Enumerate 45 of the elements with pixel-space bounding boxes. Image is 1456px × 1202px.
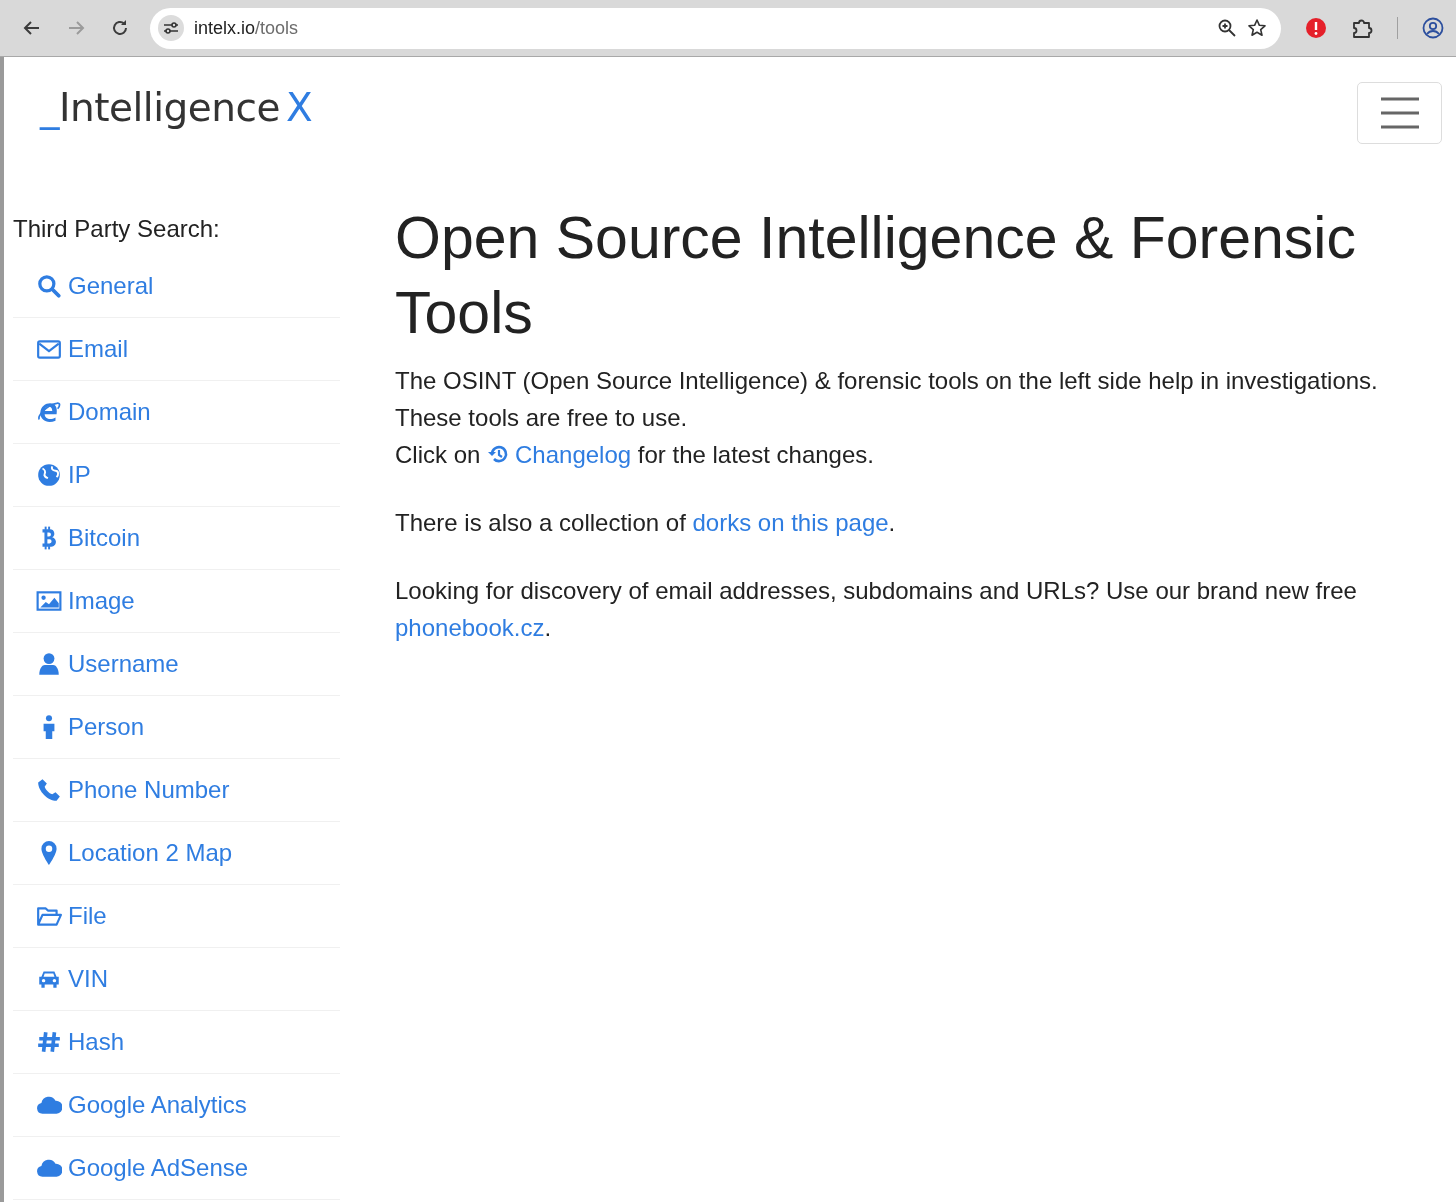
search-icon (36, 273, 62, 299)
menu-icon (1380, 97, 1419, 129)
profile-icon[interactable] (1422, 17, 1444, 39)
sidebar-link[interactable]: Person (13, 696, 340, 759)
globe-icon (36, 462, 62, 488)
sidebar-link[interactable]: Email (13, 318, 340, 381)
sidebar-link[interactable]: Phone Number (13, 759, 340, 822)
sidebar-link[interactable]: Google AdSense (13, 1137, 340, 1200)
paragraph: Looking for discovery of email addresses, subdomains and URLs? Use our brand new free phonebook.cz. (395, 576, 1358, 643)
history-icon (487, 443, 510, 465)
alert-icon[interactable] (1305, 17, 1327, 39)
sidebar-link[interactable]: Bitcoin (13, 507, 340, 570)
paragraph-line: The OSINT (Open Source Intelligence) & forensic tools on the left side help in investigations. (395, 366, 1379, 396)
logo[interactable]: _Intelligence X (40, 85, 313, 130)
star-icon[interactable] (1247, 18, 1267, 38)
page-title: Open Source Intelligence & Forensic Tools (395, 204, 1357, 348)
phone-icon (36, 777, 62, 803)
sidebar-link[interactable]: General (13, 255, 340, 318)
paragraph-line: These tools are free to use. (395, 403, 689, 433)
sidebar-link[interactable]: File (13, 885, 340, 948)
url-text: intelx.io/tools (194, 17, 300, 39)
sidebar-link[interactable]: Hash (13, 1011, 340, 1074)
sidebar-link[interactable]: VIN (13, 948, 340, 1011)
address-bar[interactable]: intelx.io/tools (150, 7, 1281, 49)
sidebar-link[interactable]: Username (13, 633, 340, 696)
sidebar-link[interactable]: IP (13, 444, 340, 507)
image-icon (36, 588, 62, 614)
paragraph: There is also a collection of dorks on this page. (395, 508, 897, 538)
menu-button[interactable] (1357, 82, 1442, 144)
reload-icon[interactable] (110, 18, 130, 38)
link[interactable]: dorks on this page (692, 509, 889, 536)
link[interactable]: phonebook.cz (395, 614, 545, 641)
sidebar-link[interactable]: Domain (13, 381, 340, 444)
sidebar-link[interactable]: Google Analytics (13, 1074, 340, 1137)
user-icon (36, 651, 62, 677)
sidebar-link[interactable]: Location 2 Map (13, 822, 340, 885)
hash-icon (36, 1029, 62, 1055)
puzzle-icon[interactable] (1351, 17, 1373, 39)
site-info-icon[interactable] (158, 15, 184, 41)
browser-e-icon (36, 399, 62, 425)
sidebar-heading: Third Party Search: (13, 214, 221, 244)
link[interactable]: Changelog (515, 441, 632, 468)
zoom-icon[interactable] (1217, 18, 1237, 38)
sidebar-link[interactable]: Image (13, 570, 340, 633)
paragraph: Click on Changelog for the latest changes. (395, 440, 875, 470)
